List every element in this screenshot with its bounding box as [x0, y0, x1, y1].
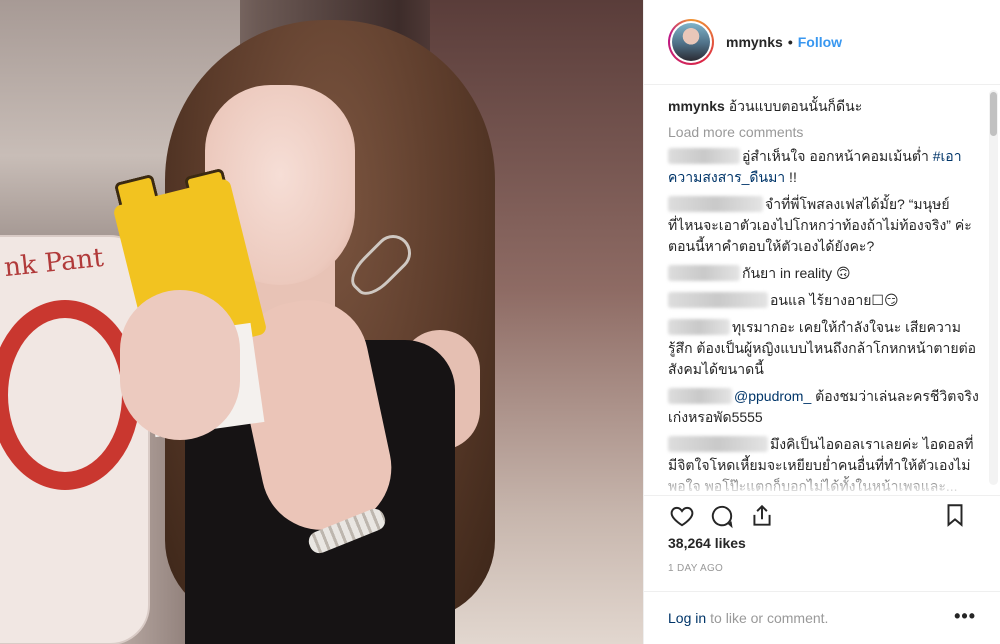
avatar[interactable]	[668, 19, 714, 65]
comment-icon	[711, 505, 733, 528]
header-username[interactable]: mmynks	[726, 34, 783, 50]
post-sidebar: mmynks • Follow mmynks อ้วนแบบตอนนั้นก็ด…	[643, 0, 1000, 644]
comments-scrollbar-track[interactable]	[989, 90, 998, 485]
share-button[interactable]	[748, 502, 776, 530]
action-bar	[644, 495, 1000, 535]
like-button[interactable]	[668, 502, 696, 530]
avatar-inner	[670, 21, 712, 63]
blurred-username[interactable]	[668, 388, 732, 404]
login-link[interactable]: Log in	[668, 610, 706, 626]
comment-button[interactable]	[708, 502, 736, 530]
save-button[interactable]	[941, 501, 969, 529]
blurred-username[interactable]	[668, 292, 768, 308]
login-text: to like or comment.	[710, 610, 829, 626]
caption: mmynks อ้วนแบบตอนนั้นก็ดีนะ	[668, 96, 981, 116]
comment: จำที่พี่โพสลงเฟสได้มั้ย? “มนุษย์ที่ไหนจะ…	[668, 194, 981, 257]
comment: อนแล ไร้ยางอาย☐😏	[668, 290, 981, 311]
blurred-username[interactable]	[668, 265, 740, 281]
photo-hand	[120, 290, 240, 440]
post-photo[interactable]: nk Pant	[0, 0, 643, 644]
comments-fade	[644, 470, 1000, 495]
comment-text-tail: !!	[785, 169, 797, 185]
comment: กันยา in reality 🙃	[668, 263, 981, 284]
caption-text: อ้วนแบบตอนนั้นก็ดีนะ	[728, 98, 863, 114]
post-header: mmynks • Follow	[644, 0, 1000, 85]
heart-icon	[670, 506, 694, 526]
share-icon	[753, 504, 771, 526]
comment-text: อนแล ไร้ยางอาย☐😏	[770, 292, 899, 308]
mention-link[interactable]: @ppudrom_	[734, 388, 811, 404]
comment: ทุเรมากอะ เคยให้กำลังใจนะ เสียความรู้สึก…	[668, 317, 981, 380]
likes-count[interactable]: 38,264 likes	[668, 535, 746, 551]
blurred-username[interactable]	[668, 148, 740, 164]
header-separator: •	[787, 34, 793, 50]
login-prompt: Log in to like or comment.	[644, 591, 1000, 644]
load-more-comments-button[interactable]: Load more comments	[668, 124, 981, 140]
comments-list[interactable]: mmynks อ้วนแบบตอนนั้นก็ดีนะ Load more co…	[644, 86, 1000, 495]
blurred-username[interactable]	[668, 319, 730, 335]
blurred-username[interactable]	[668, 196, 763, 212]
comment-text: กันยา in reality 🙃	[742, 265, 851, 281]
caption-username[interactable]: mmynks	[668, 98, 725, 114]
bookmark-icon	[947, 504, 963, 527]
post-timestamp[interactable]: 1 DAY AGO	[668, 563, 723, 574]
comments-scrollbar-thumb[interactable]	[990, 92, 997, 136]
follow-button[interactable]: Follow	[798, 34, 842, 50]
more-options-icon[interactable]: •••	[954, 606, 976, 627]
comment: อู่สำเห็นใจ ออกหน้าคอมเม้นต่ำ #เอาความสง…	[668, 146, 981, 188]
comment: @ppudrom_ ต้องชมว่าเล่นละครชีวิตจริงเก่ง…	[668, 386, 981, 428]
comment-text: อู่สำเห็นใจ ออกหน้าคอมเม้นต่ำ	[742, 148, 933, 164]
blurred-username[interactable]	[668, 436, 768, 452]
avatar-image	[672, 23, 710, 61]
